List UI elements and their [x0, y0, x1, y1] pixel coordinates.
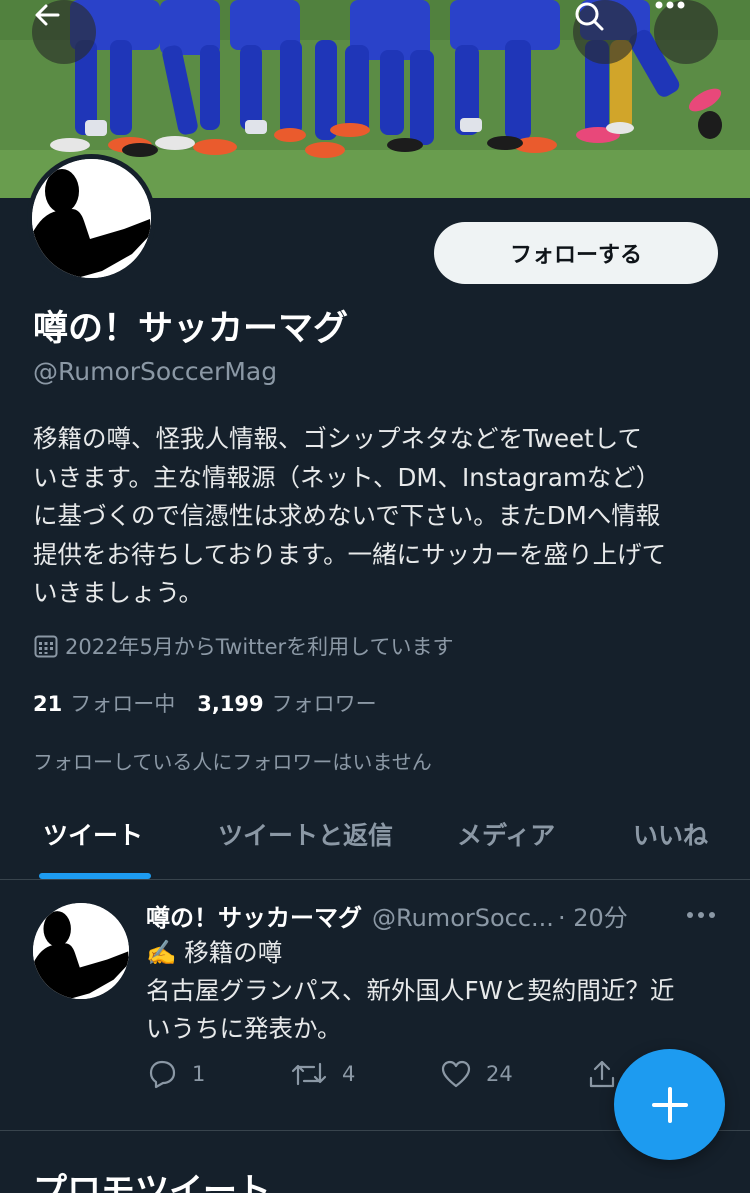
search-icon [575, 2, 604, 31]
joined-text: 2022年5月からTwitterを利用しています [65, 635, 454, 659]
bio-line: 移籍の噂、怪我人情報、ゴシップネタなどをTweetして [33, 424, 642, 453]
profile-display-name: 噂の！サッカーマグ [33, 309, 349, 349]
following-label[interactable]: フォロー中 [70, 688, 175, 718]
retweet-count: 4 [342, 1062, 356, 1086]
share-icon [589, 1060, 615, 1088]
tweet-timestamp[interactable]: · 20分 [558, 898, 628, 933]
bio-line: に基づくので信憑性は求めないで下さい。またDMへ情報 [33, 501, 661, 530]
tweet-avatar[interactable] [33, 903, 129, 999]
follow-button[interactable]: フォローする [434, 222, 718, 284]
mutual-followers-note: フォローしている人にフォロワーはいません [33, 750, 432, 774]
back-button[interactable] [32, 0, 96, 64]
reply-button[interactable]: 1 [146, 1058, 205, 1090]
back-arrow-icon [35, 4, 60, 26]
compose-plus-icon [651, 1086, 688, 1123]
tweet-line: 名古屋グランパス、新外国人FWと契約間近？近 [146, 976, 675, 1005]
compose-tweet-button[interactable] [614, 1049, 725, 1160]
profile-avatar[interactable] [27, 154, 156, 283]
search-button[interactable] [573, 0, 637, 64]
tweet-text: ✍️ 移籍の噂 名古屋グランパス、新外国人FWと契約間近？近 いうちに発表か。 [146, 934, 726, 1048]
tweet-header: 噂の！サッカーマグ @RumorSocc... · 20分 [146, 898, 736, 933]
share-button[interactable] [586, 1058, 618, 1090]
tab-tweets[interactable]: ツイート [43, 816, 143, 852]
next-section-title: プロモツイート [33, 1171, 271, 1193]
tweet-author-handle[interactable]: @RumorSocc... [372, 904, 554, 932]
retweet-icon [291, 1062, 327, 1086]
reply-count: 1 [192, 1062, 206, 1086]
tweet-line: ✍️ 移籍の噂 [146, 938, 283, 967]
tabs-divider [0, 879, 750, 880]
joined-date: 2022年5月からTwitterを利用しています [33, 631, 454, 661]
bio-line: いきます。主な情報源（ネット、DM、Instagramなど） [33, 462, 661, 492]
profile-bio: 移籍の噂、怪我人情報、ゴシップネタなどをTweetして いきます。主な情報源（ネ… [33, 420, 723, 613]
bio-line: いきましょう。 [33, 578, 204, 607]
avatar-silhouette-image [32, 159, 151, 278]
more-icon [655, 1, 685, 9]
profile-tabs: ツイート ツイートと返信 メディア いいね [0, 790, 750, 880]
profile-page: フォローする 噂の！サッカーマグ @RumorSoccerMag 移籍の噂、怪我… [0, 0, 750, 1193]
tab-likes[interactable]: いいね [633, 816, 708, 852]
avatar-silhouette-image [33, 903, 129, 999]
like-button[interactable]: 24 [440, 1058, 513, 1090]
like-count: 24 [486, 1062, 513, 1086]
tweet-line: いうちに発表か。 [146, 1014, 342, 1043]
followers-label[interactable]: フォロワー [272, 688, 377, 718]
tweet-more-button[interactable] [686, 905, 716, 924]
profile-handle: @RumorSoccerMag [33, 357, 278, 386]
like-icon [441, 1060, 471, 1088]
calendar-icon [34, 635, 58, 658]
bio-line: 提供をお待ちしております。一緒にサッカーを盛り上げて [33, 539, 667, 569]
tab-tweets-and-replies[interactable]: ツイートと返信 [218, 816, 393, 852]
followers-count[interactable]: 3,199 [197, 692, 263, 716]
reply-icon [149, 1060, 176, 1089]
more-options-button[interactable] [654, 0, 718, 64]
tweet-actions: 1 4 24 [146, 1058, 626, 1092]
tweet-author-name[interactable]: 噂の！サッカーマグ [146, 898, 362, 933]
retweet-button[interactable]: 4 [290, 1058, 355, 1090]
more-icon [687, 912, 715, 918]
following-count[interactable]: 21 [33, 692, 62, 716]
follow-stats: 21 フォロー中 3,199 フォロワー [33, 688, 377, 718]
tab-media[interactable]: メディア [457, 816, 555, 852]
